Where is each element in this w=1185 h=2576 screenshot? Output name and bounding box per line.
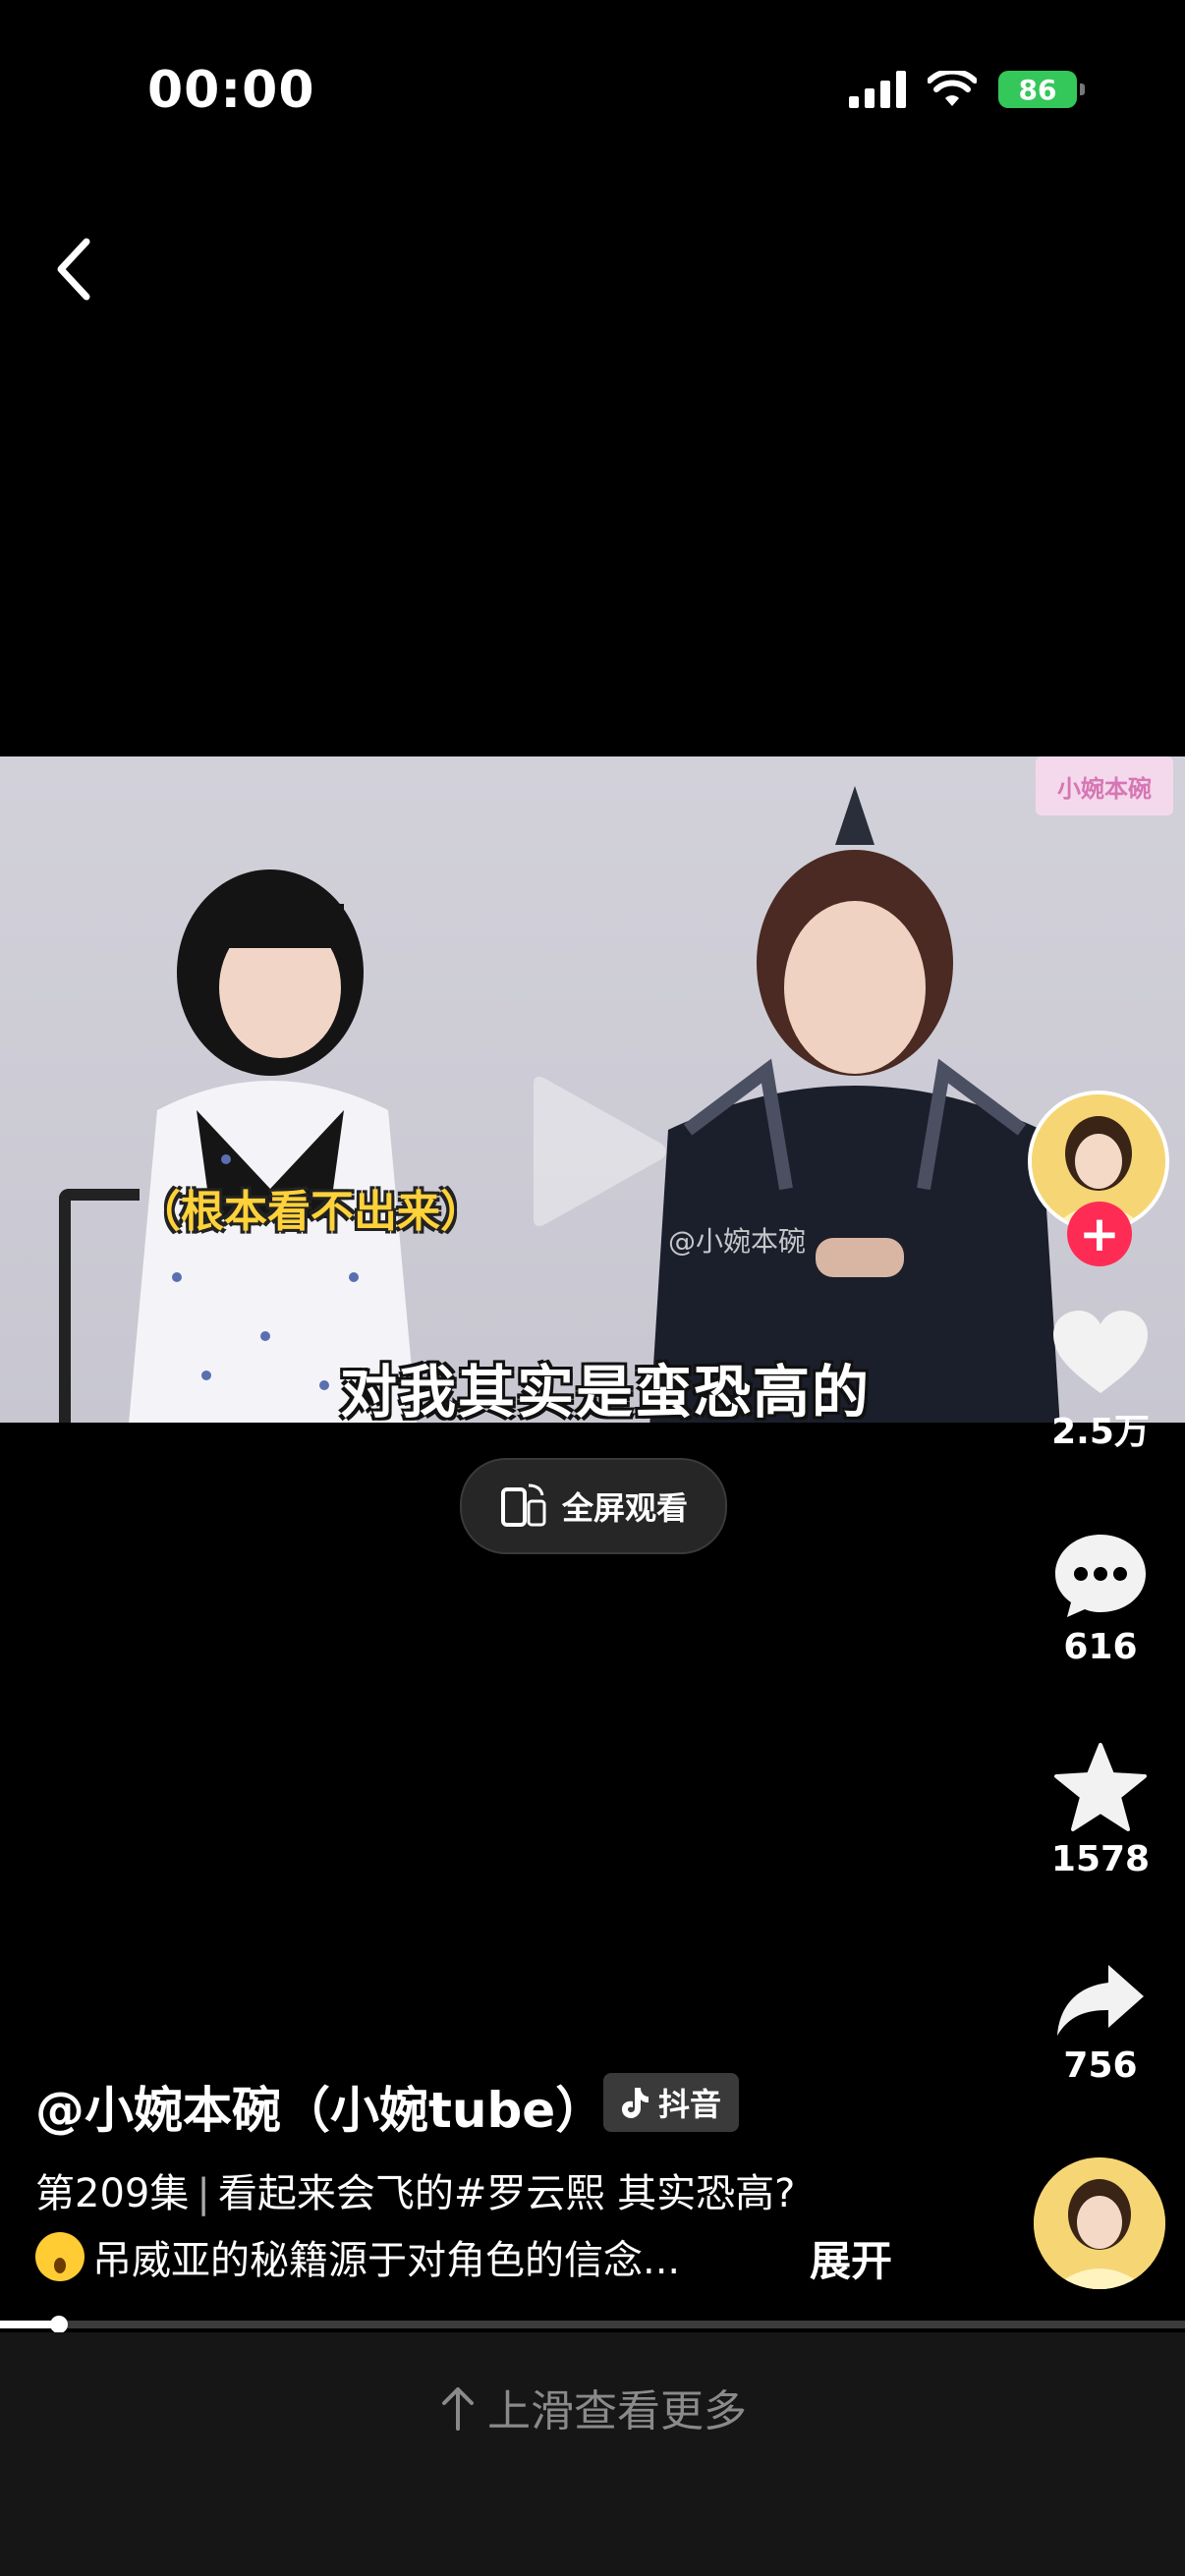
post-title: 看起来会飞的#罗云熙 其实恐高?	[217, 2171, 796, 2216]
video-caption-top: （根本看不出来）	[138, 1187, 483, 1237]
like-action[interactable]: 2.5万	[1022, 1309, 1179, 1454]
star-icon[interactable]	[1053, 1743, 1148, 1833]
surprised-face-icon	[35, 2232, 85, 2281]
interviewer-figure	[129, 869, 417, 1423]
expand-button[interactable]: 展开	[810, 2228, 892, 2288]
video-progress-bar[interactable]	[0, 2316, 1185, 2333]
favorite-count: 1578	[1050, 1839, 1151, 1879]
play-icon[interactable]	[514, 1073, 671, 1230]
post-description-line1: 第209集 | 看起来会飞的#罗云熙 其实恐高?	[35, 2161, 795, 2218]
guest-figure	[649, 786, 1060, 1423]
source-badge[interactable]: 抖音	[603, 2073, 740, 2132]
video-caption-bottom: 对我其实是蛮恐高的	[340, 1359, 872, 1423]
fullscreen-label: 全屏观看	[561, 1489, 688, 1527]
description-text: 吊威亚的秘籍源于对角色的信念...	[92, 2238, 681, 2283]
swipe-hint-label: 上滑查看更多	[487, 2386, 747, 2436]
status-icons: 86	[849, 71, 1085, 108]
like-count: 2.5万	[1051, 1412, 1150, 1452]
source-badge-label: 抖音	[658, 2086, 722, 2123]
cellular-signal-icon	[849, 71, 906, 108]
music-disc-image	[1034, 2157, 1165, 2289]
favorite-action[interactable]: 1578	[1022, 1743, 1179, 1879]
heart-icon[interactable]	[1051, 1309, 1150, 1397]
follow-plus-icon[interactable]: +	[1067, 1202, 1132, 1266]
share-count: 756	[1063, 2045, 1138, 2086]
video-player[interactable]: 小婉本碗 （根本看不出来） @小婉本碗 对我其实是蛮恐高的	[0, 756, 1185, 1423]
progress-knob[interactable]	[50, 2316, 69, 2333]
arrow-up-icon	[442, 2387, 474, 2431]
back-icon[interactable]	[41, 230, 110, 308]
separator: |	[197, 2171, 210, 2216]
swipe-hint[interactable]: 上滑查看更多	[0, 2376, 1185, 2438]
comment-action[interactable]: 616	[1022, 1531, 1179, 1667]
battery-level: 86	[1018, 73, 1057, 106]
fullscreen-button[interactable]: 全屏观看	[460, 1458, 727, 1554]
share-icon[interactable]	[1053, 1961, 1148, 2040]
status-time: 00:00	[147, 61, 315, 120]
comment-icon[interactable]	[1051, 1531, 1150, 1621]
bottom-bar[interactable]: 上滑查看更多	[0, 2332, 1185, 2576]
video-watermark: @小婉本碗	[668, 1225, 807, 1258]
wifi-icon	[928, 71, 977, 106]
music-disc-avatar[interactable]	[1034, 2157, 1165, 2289]
episode-label: 第209集	[35, 2171, 190, 2216]
post-description-line2: 吊威亚的秘籍源于对角色的信念...	[35, 2228, 680, 2285]
rotate-screen-icon	[500, 1484, 546, 1527]
douyin-logo-icon	[622, 2088, 649, 2118]
battery-icon: 86	[998, 71, 1085, 108]
author-avatar-wrap[interactable]: +	[1028, 1091, 1169, 1266]
author-name[interactable]: @小婉本碗（小婉tube）	[35, 2071, 604, 2142]
comment-count: 616	[1063, 1627, 1138, 1667]
share-action[interactable]: 756	[1022, 1961, 1179, 2086]
